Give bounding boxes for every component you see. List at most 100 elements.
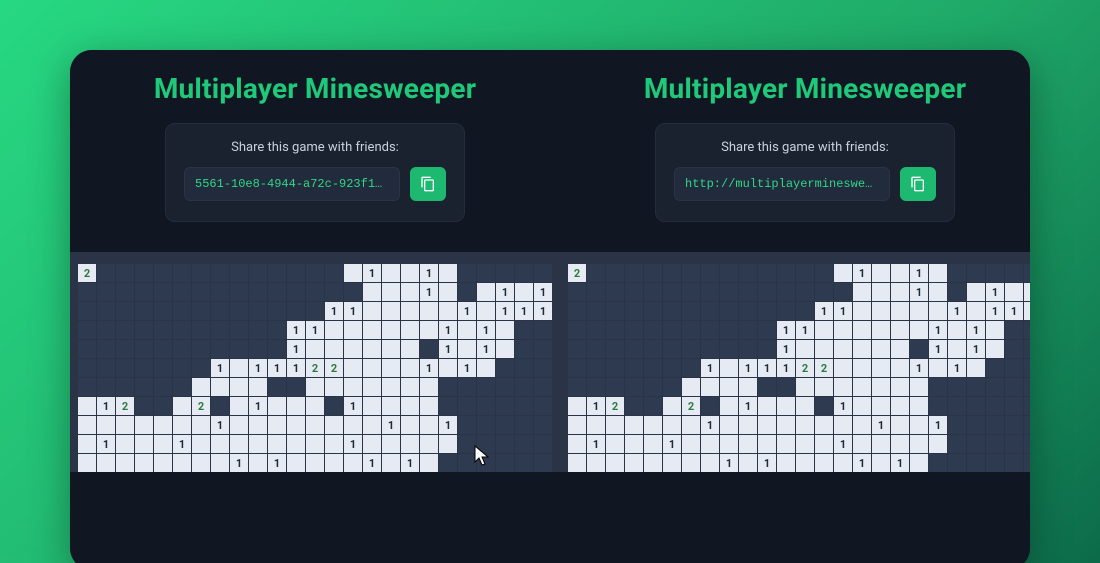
board-cell[interactable] — [249, 264, 267, 282]
board-cell[interactable] — [230, 264, 248, 282]
board-cell[interactable] — [534, 359, 552, 377]
board-cell[interactable] — [720, 435, 738, 453]
board-cell[interactable]: 1 — [986, 302, 1004, 320]
board-cell[interactable] — [663, 397, 681, 415]
board-cell[interactable] — [606, 359, 624, 377]
share-url-input[interactable]: 5561-10e8-4944-a72c-923f1a8d904f — [184, 167, 400, 201]
board-cell[interactable] — [439, 264, 457, 282]
board-cell[interactable] — [173, 340, 191, 358]
board-cell[interactable] — [363, 359, 381, 377]
board-cell[interactable] — [401, 302, 419, 320]
board-cell[interactable] — [344, 283, 362, 301]
board-cell[interactable]: 1 — [496, 283, 514, 301]
board-cell[interactable] — [116, 416, 134, 434]
board-cell[interactable]: 1 — [97, 397, 115, 415]
board-cell[interactable] — [325, 435, 343, 453]
board-cell[interactable] — [568, 397, 586, 415]
board-cell[interactable] — [211, 302, 229, 320]
board-cell[interactable] — [834, 321, 852, 339]
board-cell[interactable] — [701, 321, 719, 339]
board-cell[interactable] — [249, 321, 267, 339]
board-cell[interactable] — [777, 378, 795, 396]
board-cell[interactable] — [268, 416, 286, 434]
board-cell[interactable] — [401, 321, 419, 339]
board-cell[interactable] — [720, 283, 738, 301]
board-cell[interactable]: 1 — [249, 359, 267, 377]
board-cell[interactable] — [758, 340, 776, 358]
board-cell[interactable] — [967, 378, 985, 396]
board-cell[interactable] — [458, 264, 476, 282]
board-cell[interactable] — [796, 264, 814, 282]
board-cell[interactable] — [325, 340, 343, 358]
board-cell[interactable]: 1 — [477, 321, 495, 339]
board-cell[interactable] — [287, 378, 305, 396]
board-cell[interactable] — [268, 397, 286, 415]
board-cell[interactable] — [682, 359, 700, 377]
board-cell[interactable] — [230, 302, 248, 320]
board-cell[interactable] — [606, 302, 624, 320]
board-cell[interactable] — [929, 435, 947, 453]
board-cell[interactable] — [967, 359, 985, 377]
board-cell[interactable] — [249, 340, 267, 358]
board-cell[interactable] — [891, 264, 909, 282]
board-cell[interactable] — [496, 359, 514, 377]
board-cell[interactable] — [382, 321, 400, 339]
board-cell[interactable] — [625, 416, 643, 434]
board-cell[interactable] — [458, 340, 476, 358]
board-cell[interactable]: 1 — [834, 397, 852, 415]
board-cell[interactable] — [986, 340, 1004, 358]
board-cell[interactable] — [1024, 359, 1030, 377]
board-cell[interactable] — [720, 378, 738, 396]
board-cell[interactable] — [986, 378, 1004, 396]
board-cell[interactable] — [496, 454, 514, 472]
board-cell[interactable] — [439, 397, 457, 415]
board-cell[interactable]: 2 — [796, 359, 814, 377]
board-cell[interactable]: 1 — [777, 321, 795, 339]
board-cell[interactable]: 2 — [116, 397, 134, 415]
board-cell[interactable] — [458, 321, 476, 339]
board-cell[interactable] — [872, 321, 890, 339]
board-cell[interactable] — [891, 378, 909, 396]
board-cell[interactable] — [230, 321, 248, 339]
board-cell[interactable] — [587, 378, 605, 396]
board-cell[interactable]: 1 — [268, 359, 286, 377]
board-cell[interactable] — [382, 454, 400, 472]
board-cell[interactable]: 1 — [929, 416, 947, 434]
board-cell[interactable] — [496, 397, 514, 415]
board-cell[interactable] — [872, 283, 890, 301]
board-cell[interactable] — [625, 302, 643, 320]
board-cell[interactable] — [891, 321, 909, 339]
board-cell[interactable] — [154, 302, 172, 320]
board-cell[interactable] — [682, 416, 700, 434]
board-cell[interactable] — [363, 283, 381, 301]
board-cell[interactable] — [910, 454, 928, 472]
board-cell[interactable] — [796, 416, 814, 434]
board-cell[interactable] — [268, 378, 286, 396]
board-cell[interactable] — [78, 340, 96, 358]
board-cell[interactable] — [910, 340, 928, 358]
board-cell[interactable] — [344, 359, 362, 377]
board-cell[interactable] — [306, 283, 324, 301]
board-cell[interactable] — [948, 321, 966, 339]
board-cell[interactable] — [682, 435, 700, 453]
board-cell[interactable] — [720, 340, 738, 358]
board-cell[interactable]: 2 — [606, 397, 624, 415]
board-cell[interactable] — [644, 340, 662, 358]
board-cell[interactable] — [568, 359, 586, 377]
board-cell[interactable] — [363, 397, 381, 415]
board-cell[interactable] — [135, 378, 153, 396]
board-cell[interactable] — [587, 321, 605, 339]
board-cell[interactable] — [644, 302, 662, 320]
board-cell[interactable] — [625, 397, 643, 415]
board-cell[interactable]: 2 — [78, 264, 96, 282]
board-cell[interactable] — [439, 359, 457, 377]
board-cell[interactable] — [929, 283, 947, 301]
board-cell[interactable] — [625, 321, 643, 339]
board-cell[interactable] — [644, 264, 662, 282]
board-cell[interactable] — [625, 435, 643, 453]
board-cell[interactable] — [496, 378, 514, 396]
board-cell[interactable] — [515, 340, 533, 358]
board-cell[interactable] — [192, 321, 210, 339]
board-cell[interactable] — [1024, 264, 1030, 282]
board-cell[interactable] — [97, 454, 115, 472]
